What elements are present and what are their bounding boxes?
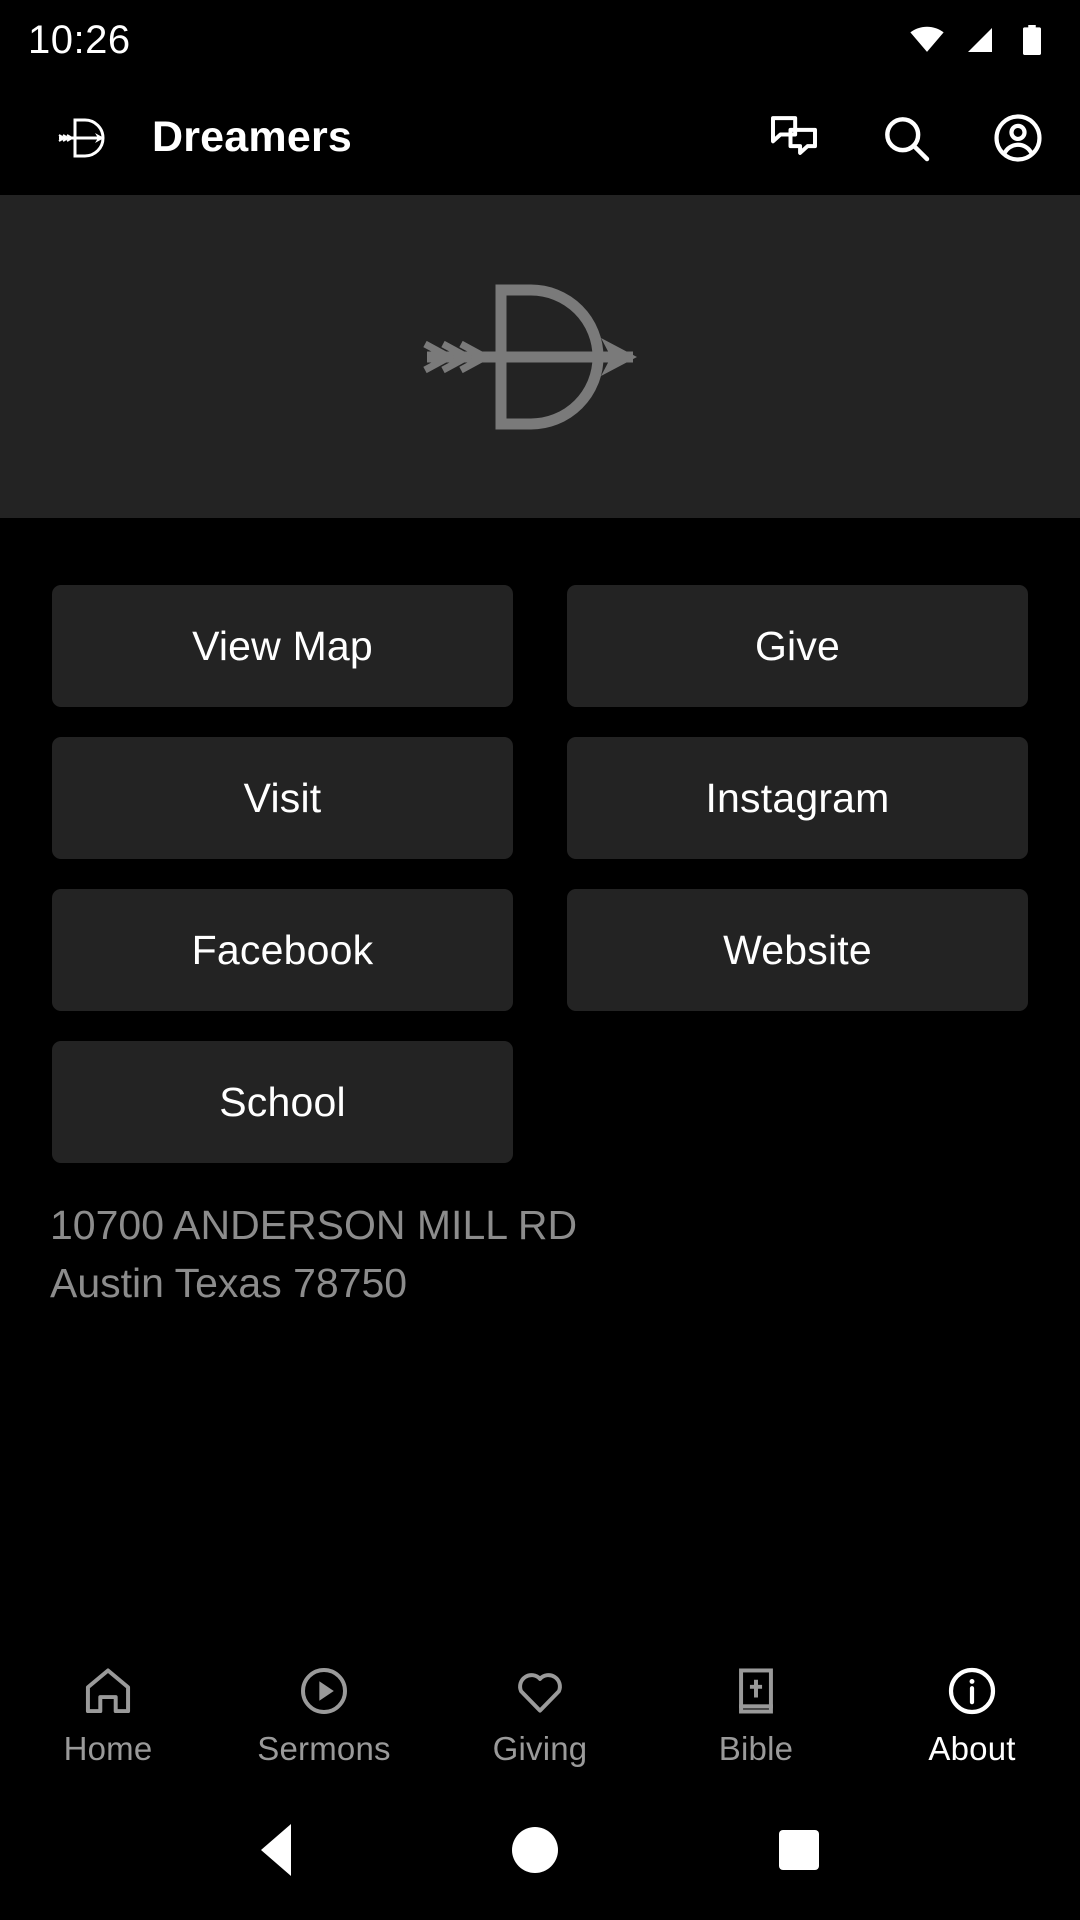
back-triangle-icon[interactable] bbox=[260, 1824, 291, 1876]
play-circle-icon bbox=[301, 1667, 347, 1714]
view-map-button[interactable]: View Map bbox=[52, 585, 513, 707]
dreamers-arrow-logo-large-icon bbox=[423, 284, 637, 429]
dreamers-arrow-logo-icon bbox=[58, 118, 105, 157]
quick-links-grid: View Map Give Visit Instagram Facebook W… bbox=[0, 585, 1080, 1163]
heart-icon bbox=[518, 1672, 562, 1713]
address-block: 10700 ANDERSON MILL RD Austin Texas 7875… bbox=[50, 1196, 1010, 1312]
nav-label-giving: Giving bbox=[492, 1729, 588, 1767]
nav-label-bible: Bible bbox=[718, 1729, 794, 1767]
search-icon[interactable] bbox=[878, 110, 934, 166]
account-circle-icon[interactable] bbox=[990, 110, 1046, 166]
address-line-1: 10700 ANDERSON MILL RD bbox=[50, 1202, 578, 1248]
wifi-icon bbox=[910, 26, 944, 52]
battery-icon bbox=[1023, 25, 1041, 55]
info-circle-icon bbox=[948, 1667, 996, 1714]
website-button[interactable]: Website bbox=[567, 889, 1028, 1011]
nav-item-sermons[interactable]: Sermons bbox=[216, 1663, 432, 1768]
status-icon-group bbox=[908, 21, 1050, 59]
school-button[interactable]: School bbox=[52, 1041, 513, 1163]
home-circle-icon[interactable] bbox=[511, 1827, 558, 1873]
nav-label-sermons: Sermons bbox=[257, 1729, 391, 1767]
status-time: 10:26 bbox=[28, 17, 131, 62]
instagram-button[interactable]: Instagram bbox=[567, 737, 1028, 859]
nav-item-home[interactable]: Home bbox=[0, 1663, 216, 1768]
nav-label-home: Home bbox=[63, 1729, 153, 1767]
status-bar: 10:26 bbox=[0, 0, 1080, 80]
nav-item-giving[interactable]: Giving bbox=[432, 1663, 648, 1768]
visit-button[interactable]: Visit bbox=[52, 737, 513, 859]
home-icon bbox=[85, 1667, 131, 1713]
nav-label-about: About bbox=[928, 1729, 1016, 1767]
nav-item-bible[interactable]: Bible bbox=[648, 1663, 864, 1768]
bible-book-icon bbox=[739, 1667, 773, 1714]
nav-item-about[interactable]: About bbox=[864, 1663, 1080, 1768]
give-button[interactable]: Give bbox=[567, 585, 1028, 707]
facebook-button[interactable]: Facebook bbox=[52, 889, 513, 1011]
recents-square-icon[interactable] bbox=[779, 1830, 820, 1870]
address-line-2: Austin Texas 78750 bbox=[50, 1260, 408, 1307]
hero-banner bbox=[0, 195, 1080, 518]
cellular-signal-icon bbox=[968, 28, 992, 52]
chat-bubbles-icon[interactable] bbox=[766, 110, 822, 166]
app-header: Dreamers bbox=[0, 80, 1080, 195]
bottom-navigation: Home Sermons Giving Bible About bbox=[0, 1650, 1080, 1780]
page-title: Dreamers bbox=[152, 113, 353, 161]
system-navigation-bar bbox=[0, 1780, 1080, 1920]
app-header-actions bbox=[766, 110, 1046, 166]
